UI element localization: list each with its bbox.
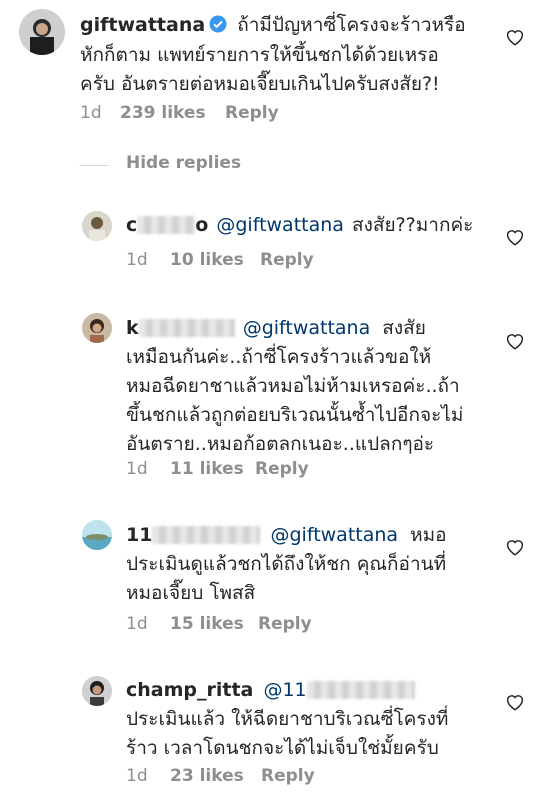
comment-text: สงสัย??มากค่ะ <box>351 214 474 236</box>
username[interactable]: 11 <box>126 524 261 546</box>
comment-text-line: ประเมินดูแล้วชกได้ถึงให้ชก คุณก็อ่านที่ <box>126 553 447 575</box>
username[interactable]: champ_ritta <box>126 679 253 701</box>
username[interactable]: k <box>126 317 235 339</box>
likes-count[interactable]: 15 likes <box>170 614 244 634</box>
hide-replies-button[interactable]: Hide replies <box>79 153 242 173</box>
mention-link[interactable]: @11 <box>263 679 415 701</box>
comment-text: สงสัย <box>382 317 426 339</box>
likes-count[interactable]: 11 likes <box>170 459 244 479</box>
redacted-name <box>138 319 235 337</box>
reply-button[interactable]: Reply <box>258 614 312 634</box>
comment-text-line: ร้าว เวลาโดนชกจะได้ไม่เจ็บใช่มั้ยครับ <box>126 737 439 759</box>
comment-text-line: หมอฉีดยาชาแล้วหมอไม่ห้ามเหรอค่ะ..ถ้า <box>126 375 460 397</box>
mention-link[interactable]: @giftwattana <box>243 317 371 339</box>
user-photo-icon <box>82 520 112 550</box>
comment-text-line: อันตราย..หมอก้อตลกเนอะ..แปลกๆอ่ะ <box>126 433 435 455</box>
user-photo-icon <box>82 676 112 706</box>
like-heart-icon[interactable] <box>505 228 525 246</box>
likes-count[interactable]: 10 likes <box>170 250 244 270</box>
user-photo-icon <box>82 313 112 343</box>
comment-text-line: champ_ritta @11 <box>126 677 415 703</box>
user-photo-icon <box>19 9 65 55</box>
timestamp: 1d <box>126 766 148 786</box>
comment-text-line: 11 @giftwattana หมอ <box>126 522 447 548</box>
comment-text-line: k @giftwattana สงสัย <box>126 315 426 341</box>
like-heart-icon[interactable] <box>505 693 525 711</box>
like-heart-icon[interactable] <box>505 538 525 556</box>
avatar[interactable] <box>82 313 112 343</box>
user-photo-icon <box>82 211 112 241</box>
reply-button[interactable]: Reply <box>255 459 309 479</box>
redacted-name <box>152 526 261 544</box>
likes-count[interactable]: 23 likes <box>170 766 244 786</box>
likes-count[interactable]: 239 likes <box>120 103 206 123</box>
comment-text-line: หักก็ตาม แพทย์รายการให้ขึ้นชกได้ด้วยเหรอ <box>80 44 439 66</box>
like-heart-icon[interactable] <box>505 332 525 350</box>
divider <box>79 165 109 166</box>
avatar[interactable] <box>82 676 112 706</box>
like-heart-icon[interactable] <box>505 28 525 46</box>
redacted-name <box>137 216 196 234</box>
comment-text-line: ครับ อันตรายต่อหมอเจี๊ยบเกินไปครับสงสัย?… <box>80 73 440 95</box>
reply-button[interactable]: Reply <box>261 766 315 786</box>
comment-text: ถ้ามีปัญหาซี่โครงจะร้าวหรือ <box>237 14 466 36</box>
comment-text: หมอ <box>410 524 447 546</box>
comment-text-line: หมอเจี๊ยบ โพสสิ <box>126 582 256 604</box>
username[interactable]: co <box>126 214 208 236</box>
comment-text-line: ประเมินแล้ว ให้ฉีดยาชาบริเวณซี่โครงที่ <box>126 708 449 730</box>
comment-text-line: giftwattana ถ้ามีปัญหาซี่โครงจะร้าวหรือ <box>80 12 466 38</box>
verified-badge-icon <box>209 15 227 33</box>
mention-link[interactable]: @giftwattana <box>271 524 399 546</box>
comment-text-line: co @giftwattana สงสัย??มากค่ะ <box>126 212 473 238</box>
timestamp: 1d <box>80 103 102 123</box>
avatar[interactable] <box>82 520 112 550</box>
redacted-name <box>306 681 415 699</box>
username[interactable]: giftwattana <box>80 14 205 36</box>
avatar[interactable] <box>19 9 65 55</box>
timestamp: 1d <box>126 250 148 270</box>
comment-text-line: เหมือนกันค่ะ..ถ้าซี่โครงร้าวแล้วขอให้ <box>126 346 432 368</box>
timestamp: 1d <box>126 614 148 634</box>
mention-link[interactable]: @giftwattana <box>216 214 344 236</box>
reply-button[interactable]: Reply <box>260 250 314 270</box>
comment-text-line: ขึ้นชกแล้วถูกต่อยบริเวณนั้นซ้ำไปอีกจะไม่ <box>126 404 464 426</box>
hide-replies-label: Hide replies <box>126 153 242 173</box>
avatar[interactable] <box>82 211 112 241</box>
reply-button[interactable]: Reply <box>225 103 279 123</box>
timestamp: 1d <box>126 459 148 479</box>
